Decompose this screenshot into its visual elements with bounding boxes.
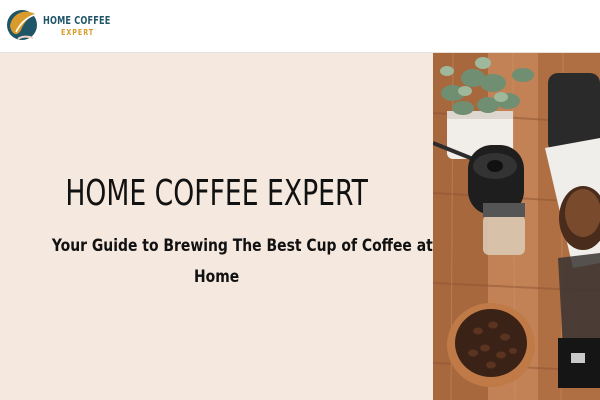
coffee-photo-illustration xyxy=(433,53,600,400)
logo-home-link[interactable]: HOME COFFEE EXPERT xyxy=(6,6,116,46)
coffee-equipment-photo xyxy=(433,53,600,400)
hero-title: HOME COFFEE EXPERT xyxy=(65,173,368,214)
hero-subtitle: Your Guide to Brewing The Best Cup of Co… xyxy=(10,231,433,293)
site-header: HOME COFFEE EXPERT xyxy=(0,0,600,53)
hero-panel: HOME COFFEE EXPERT Your Guide to Brewing… xyxy=(0,53,433,400)
logo-title: HOME COFFEE xyxy=(43,15,111,27)
hero-subtitle-line-2: Home xyxy=(193,267,240,287)
logo-tagline: EXPERT xyxy=(61,28,95,37)
hero-subtitle-line-1: Your Guide to Brewing The Best Cup of Co… xyxy=(51,236,433,256)
coffee-bean-logo-icon xyxy=(7,10,37,40)
